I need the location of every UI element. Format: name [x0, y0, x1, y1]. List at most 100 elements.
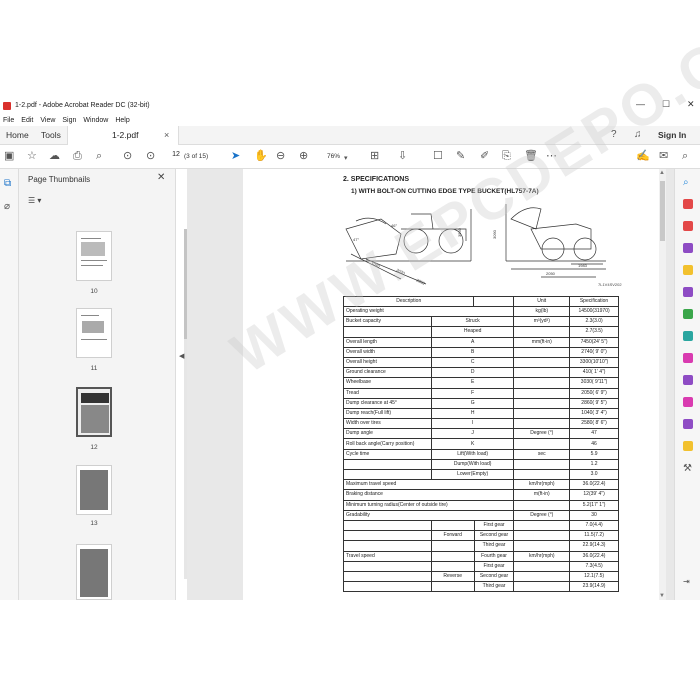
notifications-icon[interactable]: ♫ [634, 129, 642, 140]
next-page-icon[interactable]: ⊙ [146, 150, 155, 162]
request-signature-icon[interactable] [683, 397, 693, 407]
table-row: Dump reach(Full lift) H 1040( 3' 4") [343, 407, 619, 420]
row-description: Overall height [343, 356, 432, 369]
row-spec: 11.5(7.2) [569, 530, 619, 542]
thumbnail-page-14[interactable] [76, 544, 112, 600]
previous-page-icon[interactable]: ⊙ [123, 150, 132, 162]
attachments-icon[interactable]: ⌀ [4, 201, 10, 212]
row-code: Lower(Empty) [430, 468, 515, 481]
highlight-pen-icon[interactable]: ✎ [456, 150, 465, 162]
sign-in-button[interactable]: Sign In [658, 130, 686, 140]
draw-icon[interactable]: ✐ [480, 150, 489, 162]
window-titlebar: 1-2.pdf - Adobe Acrobat Reader DC (32-bi… [0, 97, 700, 114]
send-for-comments-icon[interactable] [683, 441, 693, 451]
zoom-search-icon[interactable]: ⌕ [96, 150, 102, 162]
row-unit: km/hr(mph) [513, 550, 571, 562]
page-fit-icon[interactable]: ⊞ [370, 150, 379, 162]
row-code: K [430, 438, 515, 450]
row-spec: 1.2 [569, 458, 619, 471]
row-spec: 14500(31970) [569, 305, 619, 318]
row-unit: m(ft-in) [513, 489, 571, 501]
protect-icon[interactable] [683, 375, 693, 385]
row-unit [513, 407, 571, 420]
row-description: Tread [343, 387, 432, 399]
comment-tool-icon[interactable] [683, 265, 693, 275]
row-unit [513, 397, 571, 409]
row-unit [513, 418, 571, 430]
comment-icon[interactable]: ☐ [433, 150, 443, 162]
scan-ocr-icon[interactable] [683, 309, 693, 319]
thumbnail-options-icon[interactable]: ☰ ▾ [28, 196, 41, 205]
page-thumbnails-icon[interactable]: ⧉ [4, 178, 11, 189]
table-row: Braking distance m(ft-in) 12(39' 4") [342, 489, 619, 501]
tab-document[interactable]: 1-2.pdf × [67, 126, 179, 145]
menu-help[interactable]: Help [115, 117, 129, 124]
share-envelope-icon[interactable]: ✉ [659, 150, 668, 162]
zoom-level[interactable]: 76% [327, 153, 340, 160]
row-spec: 3300(10'10") [569, 356, 619, 369]
hand-tool-icon[interactable]: ✋ [254, 150, 268, 162]
document-viewer[interactable]: 2. SPECIFICATIONS 1) WITH BOLT-ON CUTTIN… [187, 169, 674, 600]
save-icon[interactable]: ▣ [4, 150, 14, 162]
tab-home[interactable]: Home [6, 130, 29, 140]
zoom-dropdown-icon[interactable]: ▾ [344, 153, 348, 165]
close-window-button[interactable]: ✕ [687, 99, 695, 110]
document-scrollbar[interactable]: ▲ ▼ [659, 169, 666, 600]
row-unit [513, 581, 571, 593]
menu-sign[interactable]: Sign [62, 117, 76, 124]
upload-cloud-icon[interactable]: ☁ [49, 150, 60, 162]
row-description: Dump reach(Full lift) [343, 407, 432, 420]
table-row: Dump angle J Degree (°) 47 [343, 428, 619, 440]
stamp-icon[interactable]: ⎘ [502, 150, 511, 162]
menu-edit[interactable]: Edit [21, 117, 33, 124]
thumbnail-page-12[interactable] [76, 387, 112, 437]
row-code: Dump(With load) [430, 458, 515, 471]
bookmark-star-icon[interactable]: ☆ [27, 150, 37, 162]
row-description: Ground clearance [343, 367, 432, 379]
prepare-form-icon[interactable] [683, 419, 693, 429]
zoom-out-icon[interactable]: ⊖ [276, 150, 285, 162]
collapse-panel-icon[interactable]: ◀ [179, 352, 184, 360]
table-row: Overall length Amm(ft-in) 7450(24' 5") [343, 336, 619, 348]
page-number-input[interactable]: 12 [170, 151, 182, 162]
maximize-button[interactable]: ☐ [662, 99, 670, 110]
tab-tools[interactable]: Tools [41, 130, 61, 140]
close-panel-icon[interactable]: ✕ [157, 172, 165, 183]
expand-rail-icon[interactable]: ⇥ [683, 577, 693, 587]
scroll-mode-icon[interactable]: ⇩ [398, 150, 407, 162]
section-subheading: 1) WITH BOLT-ON CUTTING EDGE TYPE BUCKET… [351, 188, 539, 195]
organize-pages-icon[interactable] [683, 287, 693, 297]
scroll-down-icon[interactable]: ▼ [659, 593, 665, 599]
thumbnail-page-13[interactable] [76, 465, 112, 515]
zoom-in-icon[interactable]: ⊕ [299, 150, 308, 162]
row-description: Width over tires [343, 418, 432, 430]
thumbnail-page-11[interactable] [76, 308, 112, 358]
row-spec: 2860( 9' 5") [569, 397, 619, 409]
more-tools-wrench-icon[interactable]: ⚒ [683, 463, 693, 474]
fill-sign-icon[interactable]: ✍ [636, 150, 650, 162]
help-icon[interactable]: ? [611, 129, 617, 140]
row-unit: kg(lb) [513, 305, 571, 318]
fill-sign-tool-icon[interactable] [683, 353, 693, 363]
compress-pdf-icon[interactable] [683, 331, 693, 341]
select-cursor-icon[interactable]: ➤ [231, 150, 240, 162]
create-pdf-icon[interactable] [683, 199, 693, 209]
search-icon[interactable]: ⌕ [682, 150, 688, 162]
menu-window[interactable]: Window [83, 117, 108, 124]
minimize-button[interactable]: — [636, 99, 645, 109]
close-tab-icon[interactable]: × [164, 130, 169, 140]
row-unit: sec [513, 448, 571, 460]
row-spec: 7450(24' 5") [569, 336, 619, 348]
search-tool-icon[interactable]: ⌕ [683, 177, 693, 188]
print-icon[interactable]: ⎙ [73, 150, 82, 162]
export-pdf-icon[interactable] [683, 221, 693, 231]
edit-pdf-icon[interactable] [683, 243, 693, 253]
scroll-up-icon[interactable]: ▲ [659, 170, 665, 176]
thumbnail-page-10[interactable] [76, 231, 112, 281]
menu-file[interactable]: File [3, 117, 14, 124]
more-tools-icon[interactable]: ⋯ [546, 150, 557, 162]
delete-icon[interactable]: 🗑 [524, 150, 538, 162]
dim-label: 46° [391, 223, 397, 228]
row-description [343, 468, 432, 481]
menu-view[interactable]: View [40, 117, 55, 124]
